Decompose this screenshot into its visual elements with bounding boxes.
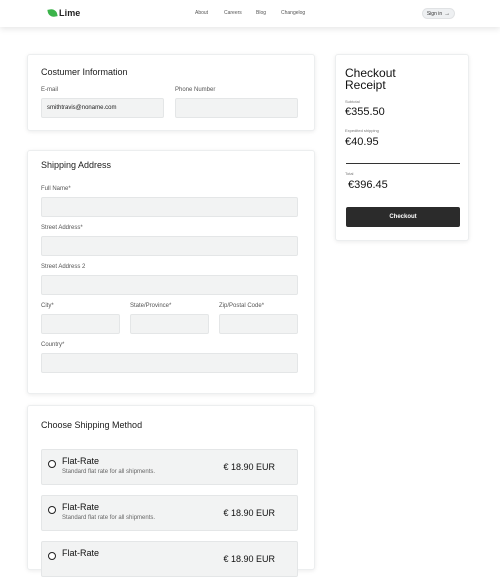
- street-address-label: Street Address*: [41, 225, 83, 231]
- zip-label: Zip/Postal Code*: [219, 303, 265, 309]
- sign-in-label: Sign in: [426, 10, 443, 17]
- shipping-option[interactable]: Flat-Rate € 18.90 EUR: [41, 541, 298, 577]
- city-field[interactable]: [41, 314, 120, 334]
- full-name-label: Full Name*: [41, 186, 71, 192]
- option-price: € 18.90 EUR: [223, 554, 275, 564]
- email-label: E-mail: [41, 87, 59, 93]
- full-name-field[interactable]: [41, 197, 298, 217]
- shipping-address-card: Shipping Address Full Name* Street Addre…: [27, 150, 315, 394]
- radio-button[interactable]: [48, 552, 56, 560]
- country-label: Country*: [41, 342, 65, 348]
- country-field[interactable]: [41, 353, 298, 373]
- subtotal-value: €355.50: [345, 106, 385, 118]
- state-label: State/Province*: [130, 303, 172, 309]
- logo-text: Lime: [59, 8, 81, 18]
- checkout-button[interactable]: Checkout: [346, 207, 460, 227]
- option-description: Standard flat rate for all shipments.: [62, 515, 156, 521]
- shipping-address-title: Shipping Address: [41, 160, 112, 170]
- logo[interactable]: Lime: [47, 8, 81, 18]
- receipt-divider: [346, 163, 460, 164]
- street-address-2-label: Street Address 2: [41, 264, 86, 270]
- nav-link-blog[interactable]: Blog: [256, 10, 266, 16]
- state-field[interactable]: [130, 314, 209, 334]
- shipping-cost-label: Expedited shipping: [345, 128, 379, 133]
- option-title: Flat-Rate: [62, 502, 100, 512]
- shipping-method-title: Choose Shipping Method: [41, 420, 143, 430]
- top-navbar: Lime About Careers Blog Changelog Sign i…: [0, 0, 500, 27]
- city-label: City*: [41, 303, 54, 309]
- email-field[interactable]: smithtravis@noname.com: [41, 98, 164, 118]
- checkout-receipt-card: Checkout Receipt Subtotal €355.50 Expedi…: [335, 54, 469, 241]
- radio-button[interactable]: [48, 460, 56, 468]
- arrow-right-icon: →: [444, 10, 451, 17]
- street-address-2-field[interactable]: [41, 275, 298, 295]
- subtotal-label: Subtotal: [345, 99, 360, 104]
- leaf-icon: [47, 8, 58, 18]
- customer-info-title: Costumer Information: [41, 67, 128, 77]
- radio-button[interactable]: [48, 506, 56, 514]
- shipping-cost-value: €40.95: [345, 136, 379, 148]
- nav-link-careers[interactable]: Careers: [224, 10, 242, 16]
- shipping-option[interactable]: Flat-Rate Standard flat rate for all shi…: [41, 449, 298, 485]
- total-label: Total: [345, 171, 354, 176]
- option-title: Flat-Rate: [62, 456, 100, 466]
- zip-field[interactable]: [219, 314, 298, 334]
- sign-in-button[interactable]: Sign in →: [422, 8, 455, 19]
- total-value: €396.45: [348, 179, 388, 191]
- phone-field[interactable]: [175, 98, 298, 118]
- customer-info-card: Costumer Information E-mail smithtravis@…: [27, 54, 315, 131]
- nav-link-changelog[interactable]: Changelog: [281, 10, 305, 16]
- option-description: Standard flat rate for all shipments.: [62, 469, 156, 475]
- phone-label: Phone Number: [175, 87, 216, 93]
- receipt-title: Checkout Receipt: [345, 66, 396, 92]
- street-address-field[interactable]: [41, 236, 298, 256]
- nav-link-about[interactable]: About: [195, 10, 208, 16]
- shipping-method-card: Choose Shipping Method Flat-Rate Standar…: [27, 405, 315, 577]
- shipping-option[interactable]: Flat-Rate Standard flat rate for all shi…: [41, 495, 298, 531]
- option-price: € 18.90 EUR: [223, 508, 275, 518]
- option-price: € 18.90 EUR: [223, 462, 275, 472]
